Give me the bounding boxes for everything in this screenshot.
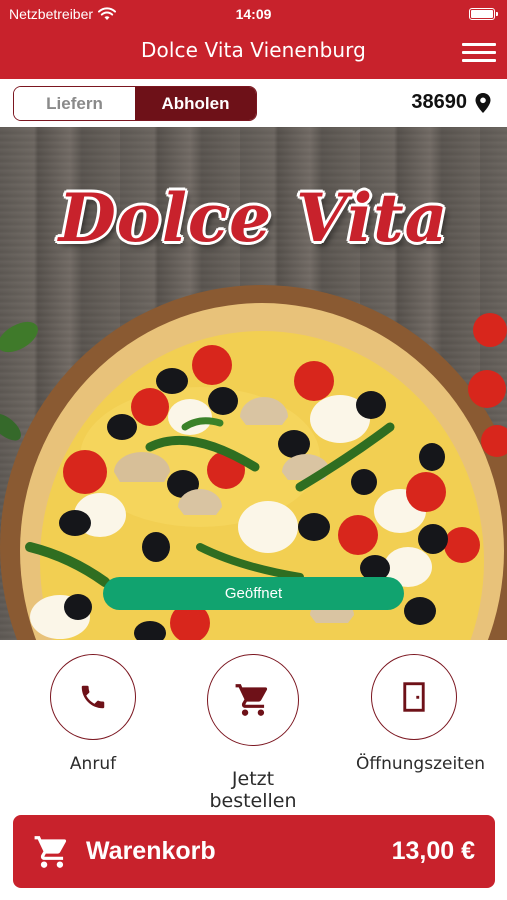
order-now-button[interactable]: Jetzt bestellen: [200, 654, 306, 812]
order-mode-toggle: Liefern Abholen: [13, 86, 257, 121]
cart-label: Warenkorb: [86, 837, 216, 865]
call-button[interactable]: Anruf: [50, 654, 136, 774]
order-now-label: Jetzt bestellen: [209, 768, 297, 812]
status-time: 14:09: [235, 6, 272, 22]
menu-line: [462, 59, 496, 62]
battery-icon: [469, 8, 498, 20]
restaurant-logo: Dolce Vita: [58, 179, 449, 257]
opening-hours-button[interactable]: Öffnungszeiten: [356, 654, 486, 774]
open-status-badge: Geöffnet: [103, 577, 404, 610]
opening-hours-label: Öffnungszeiten: [356, 754, 486, 774]
hours-circle: [371, 654, 457, 740]
delivery-option[interactable]: Liefern: [14, 87, 135, 120]
cart-button[interactable]: Warenkorb 13,00 €: [13, 815, 495, 888]
page-title: Dolce Vita Vienenburg: [141, 38, 366, 62]
cart-icon: [235, 684, 268, 716]
cart-icon: [34, 836, 67, 868]
location-pin-icon: [475, 92, 491, 113]
call-circle: [50, 654, 136, 740]
quick-actions: Anruf Jetzt bestellen Öffnungszeiten: [0, 640, 507, 812]
cart-total: 13,00 €: [391, 837, 475, 865]
app-header: Netzbetreiber 14:09 Dolce Vita Vienenbur…: [0, 0, 507, 79]
menu-line: [462, 43, 496, 46]
zip-code: 38690: [411, 91, 467, 113]
order-mode-bar: Liefern Abholen 38690: [0, 79, 507, 127]
menu-line: [462, 51, 496, 54]
call-label: Anruf: [69, 754, 117, 774]
location-selector[interactable]: 38690: [411, 91, 491, 114]
phone-icon: [81, 685, 105, 709]
hero-banner: Dolce Vita Geöffnet: [0, 127, 507, 640]
pickup-option[interactable]: Abholen: [135, 87, 256, 120]
status-bar: Netzbetreiber 14:09: [0, 0, 507, 28]
hamburger-menu-button[interactable]: [462, 40, 496, 66]
order-circle: [207, 654, 299, 746]
door-icon: [403, 682, 425, 712]
